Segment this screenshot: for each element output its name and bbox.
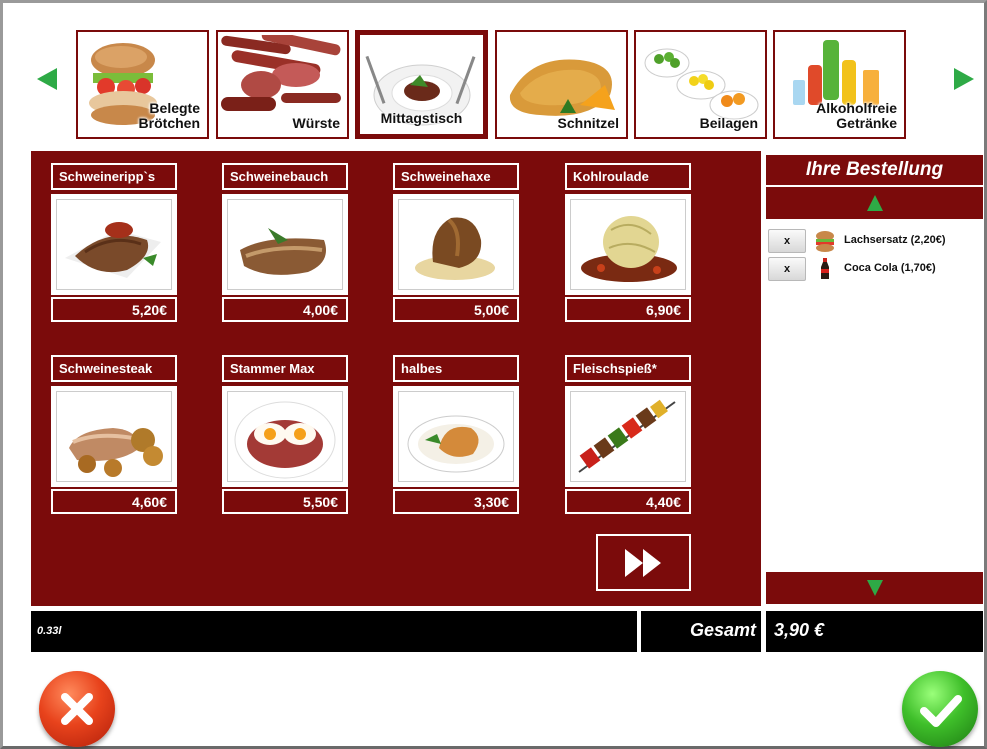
order-scroll-up-button[interactable] bbox=[766, 187, 983, 219]
product-name: Schweinesteak bbox=[51, 355, 177, 382]
fast-forward-icon bbox=[624, 548, 661, 577]
cola-bottle-icon bbox=[821, 258, 829, 279]
order-scroll-down-button[interactable] bbox=[766, 572, 983, 604]
checkmark-icon bbox=[920, 695, 962, 727]
product-tile[interactable]: Schweinesteak 4,60€ bbox=[51, 355, 177, 514]
total-label: Gesamt bbox=[641, 611, 761, 652]
order-item-text: Coca Cola (1,70€) bbox=[844, 262, 936, 274]
category-label: Alkoholfreie Getränke bbox=[816, 100, 897, 131]
pork-steak-image bbox=[56, 391, 172, 482]
schnitzel-image: Schnitzel bbox=[500, 35, 623, 134]
category-label: Beilagen bbox=[699, 115, 758, 131]
product-image-frame bbox=[222, 386, 348, 487]
product-tile[interactable]: Schweinehaxe 5,00€ bbox=[393, 163, 519, 322]
order-item: x Coca Cola (1,70€) bbox=[768, 257, 982, 283]
product-price: 5,00€ bbox=[393, 297, 519, 322]
product-price: 4,60€ bbox=[51, 489, 177, 514]
product-name: Schweinebauch bbox=[222, 163, 348, 190]
product-tile[interactable]: Schweineripp`s 5,20€ bbox=[51, 163, 177, 322]
info-bar: 0.33l bbox=[31, 611, 637, 652]
product-name: Schweineripp`s bbox=[51, 163, 177, 190]
arrow-down-icon bbox=[867, 580, 883, 596]
side-dishes-image: Beilagen bbox=[639, 35, 762, 134]
category-label: Mittagstisch bbox=[380, 110, 463, 126]
category-alkoholfreie-getraenke[interactable]: Alkoholfreie Getränke bbox=[773, 30, 906, 139]
ribs-image bbox=[56, 199, 172, 290]
pork-belly-image bbox=[227, 199, 343, 290]
product-price: 4,40€ bbox=[565, 489, 691, 514]
close-icon bbox=[61, 693, 93, 725]
product-price: 5,50€ bbox=[222, 489, 348, 514]
product-tile[interactable]: Stammer Max 5,50€ bbox=[222, 355, 348, 514]
remove-item-button[interactable]: x bbox=[768, 257, 806, 281]
product-name: Stammer Max bbox=[222, 355, 348, 382]
category-schnitzel[interactable]: Schnitzel bbox=[495, 30, 628, 139]
order-list: x Lachsersatz (2,20€) x Coca Cola (1,70€… bbox=[766, 221, 983, 570]
sausages-image: Würste bbox=[221, 35, 344, 134]
half-chicken-image bbox=[398, 391, 514, 482]
product-price: 6,90€ bbox=[565, 297, 691, 322]
stammer-max-image bbox=[227, 391, 343, 482]
product-image-frame bbox=[565, 194, 691, 295]
lunch-plate-image: Mittagstisch bbox=[360, 35, 483, 134]
total-value: 3,90 € bbox=[766, 611, 983, 652]
product-image-frame bbox=[393, 194, 519, 295]
product-tile[interactable]: Fleischspieß* 4,40€ bbox=[565, 355, 691, 514]
product-image-frame bbox=[393, 386, 519, 487]
product-price: 3,30€ bbox=[393, 489, 519, 514]
arrow-left-icon[interactable] bbox=[37, 68, 57, 90]
soft-drinks-image: Alkoholfreie Getränke bbox=[778, 35, 901, 134]
product-panel: Schweineripp`s 5,20€ Schweinebauch 4,00€… bbox=[31, 151, 761, 606]
cabbage-roll-image bbox=[570, 199, 686, 290]
product-price: 4,00€ bbox=[222, 297, 348, 322]
sandwich-icon bbox=[816, 231, 834, 252]
confirm-button[interactable] bbox=[902, 671, 978, 747]
product-name: Schweinehaxe bbox=[393, 163, 519, 190]
product-tile[interactable]: halbes 3,30€ bbox=[393, 355, 519, 514]
product-image-frame bbox=[565, 386, 691, 487]
category-belegte-broetchen[interactable]: Belegte Brötchen bbox=[76, 30, 209, 139]
meat-skewer-image bbox=[570, 391, 686, 482]
cancel-button[interactable] bbox=[39, 671, 115, 747]
category-label: Schnitzel bbox=[557, 115, 619, 131]
order-item-text: Lachsersatz (2,20€) bbox=[844, 234, 946, 246]
order-item: x Lachsersatz (2,20€) bbox=[768, 229, 982, 255]
next-page-button[interactable] bbox=[596, 534, 691, 591]
product-price: 5,20€ bbox=[51, 297, 177, 322]
category-wuerste[interactable]: Würste bbox=[216, 30, 349, 139]
product-image-frame bbox=[51, 386, 177, 487]
arrow-right-icon[interactable] bbox=[954, 68, 974, 90]
product-image-frame bbox=[51, 194, 177, 295]
product-name: halbes bbox=[393, 355, 519, 382]
product-tile[interactable]: Schweinebauch 4,00€ bbox=[222, 163, 348, 322]
pork-knuckle-image bbox=[398, 199, 514, 290]
category-mittagstisch[interactable]: Mittagstisch bbox=[355, 30, 488, 139]
sandwich-image: Belegte Brötchen bbox=[81, 35, 204, 134]
product-name: Fleischspieß* bbox=[565, 355, 691, 382]
category-label: Würste bbox=[292, 115, 340, 131]
pos-window: Belegte Brötchen Würste Mittagstisch Sch… bbox=[0, 0, 987, 749]
remove-item-button[interactable]: x bbox=[768, 229, 806, 253]
product-image-frame bbox=[222, 194, 348, 295]
category-beilagen[interactable]: Beilagen bbox=[634, 30, 767, 139]
product-name: Kohlroulade bbox=[565, 163, 691, 190]
product-tile[interactable]: Kohlroulade 6,90€ bbox=[565, 163, 691, 322]
order-title: Ihre Bestellung bbox=[766, 155, 983, 185]
arrow-up-icon bbox=[867, 195, 883, 211]
category-label: Belegte Brötchen bbox=[138, 100, 200, 131]
